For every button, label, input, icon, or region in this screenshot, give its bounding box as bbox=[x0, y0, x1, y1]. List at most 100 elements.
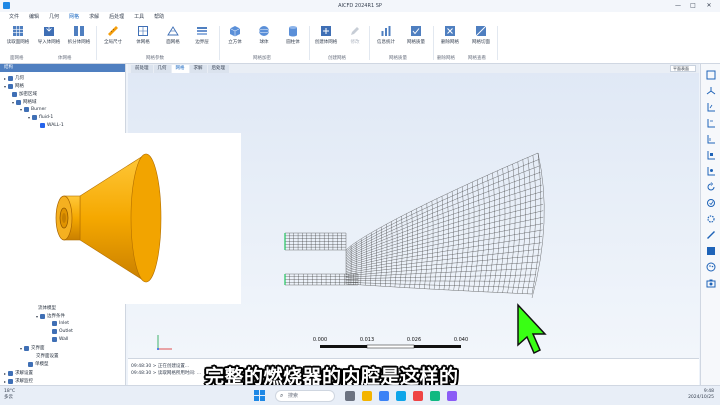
tree-node-geometry[interactable]: ▸ 几何 bbox=[4, 75, 24, 81]
screenshot-camera-icon[interactable] bbox=[706, 278, 716, 288]
import-mesh-icon bbox=[44, 25, 54, 36]
modify-button[interactable]: 修改 bbox=[340, 25, 370, 45]
menu-help[interactable]: 帮助 bbox=[149, 12, 169, 22]
recorder-app-icon[interactable] bbox=[413, 391, 423, 401]
scale-tick-label: 0.040 bbox=[454, 337, 468, 343]
windows-start-icon[interactable] bbox=[254, 390, 265, 401]
tab-mesh[interactable]: 网格 bbox=[171, 65, 189, 73]
folder-icon bbox=[8, 83, 14, 89]
console-line: 09:48:30 > 正在创建设置... bbox=[131, 364, 190, 369]
tree-node-boundary-conditions[interactable]: ▾ 边界条件 bbox=[36, 313, 65, 319]
tab-postprocess[interactable]: 后处理 bbox=[207, 65, 229, 73]
weather-widget[interactable]: 18°C 多云 bbox=[4, 389, 15, 401]
mouse-cursor-icon bbox=[517, 303, 547, 355]
reset-view-icon[interactable] bbox=[706, 198, 716, 208]
folder-icon bbox=[28, 361, 33, 367]
checkbox-icon[interactable] bbox=[40, 123, 45, 128]
folder-icon bbox=[40, 313, 46, 319]
tab-solve[interactable]: 求解 bbox=[189, 65, 207, 73]
cube-button[interactable]: 立方体 bbox=[220, 25, 250, 45]
section-plane-icon bbox=[475, 25, 487, 37]
body-icon bbox=[32, 115, 38, 120]
tree-node-fluid-model[interactable]: 流体模型 bbox=[38, 305, 56, 311]
store-app-icon[interactable] bbox=[396, 391, 406, 401]
menu-mesh[interactable]: 网格 bbox=[64, 12, 85, 23]
tree-node-refinement[interactable]: 加密区域 bbox=[12, 91, 37, 97]
aicfd-taskbar-icon[interactable] bbox=[430, 391, 440, 401]
menu-tools[interactable]: 工具 bbox=[129, 12, 149, 22]
view-isometric-icon[interactable] bbox=[706, 86, 716, 96]
settings-icon[interactable] bbox=[706, 214, 716, 224]
ribbon-separator bbox=[309, 26, 310, 60]
view-yz-icon[interactable] bbox=[706, 118, 716, 128]
split-volume-mesh-button[interactable]: 拆分体网格 bbox=[64, 25, 94, 45]
menu-file[interactable]: 文件 bbox=[4, 12, 24, 22]
tree-node-wall-1[interactable]: WALL-1 bbox=[40, 123, 64, 128]
delete-mesh-button[interactable]: 删除网格 bbox=[435, 25, 465, 45]
boundary-icon bbox=[52, 329, 57, 334]
view-mode-select[interactable]: 平面表面 bbox=[670, 65, 696, 72]
tree-node-outlet[interactable]: Outlet bbox=[52, 329, 73, 334]
folder-icon bbox=[8, 370, 14, 376]
minimize-button[interactable]: — bbox=[672, 1, 684, 11]
tree-node-interface-settings[interactable]: 交界面设置 bbox=[36, 353, 59, 359]
cylinder-icon bbox=[289, 26, 297, 37]
menu-geometry[interactable]: 几何 bbox=[44, 12, 64, 22]
split-mesh-icon bbox=[74, 26, 84, 36]
ribbon-separator bbox=[96, 26, 97, 60]
tree-node-single-model[interactable]: 单模型 bbox=[28, 361, 49, 367]
edge-browser-icon[interactable] bbox=[379, 391, 389, 401]
read-surface-mesh-button[interactable]: 读取面网格 bbox=[3, 25, 33, 45]
tree-node-mesh[interactable]: ▾ 网格 bbox=[4, 83, 24, 89]
view-front-icon[interactable] bbox=[706, 150, 716, 160]
cylinder-button[interactable]: 圆柱体 bbox=[278, 25, 308, 45]
sphere-button[interactable]: 球体 bbox=[249, 25, 279, 45]
create-volume-mesh-button[interactable]: 创建体网格 bbox=[311, 25, 341, 45]
surface-mesh-button[interactable]: 面网格 bbox=[158, 25, 188, 45]
mesh-quality-button[interactable]: 网格质量 bbox=[401, 25, 431, 45]
view-xz-icon[interactable] bbox=[706, 134, 716, 144]
tree-node-interface[interactable]: ▾ 交界面 bbox=[20, 345, 45, 351]
pinned-app-icon[interactable] bbox=[447, 391, 457, 401]
system-clock[interactable]: 9:48 2024/10/25 bbox=[688, 389, 714, 401]
workflow-tabs: 前处理 几何 网格 求解 后处理 bbox=[128, 64, 699, 73]
combustor-mesh bbox=[284, 152, 545, 299]
measure-icon[interactable] bbox=[706, 230, 716, 240]
ruler-icon bbox=[108, 26, 118, 36]
menu-edit[interactable]: 编辑 bbox=[24, 12, 44, 22]
statistics-icon bbox=[381, 26, 391, 36]
group-delete-mesh: 删除网格 bbox=[437, 56, 455, 61]
task-view-icon[interactable] bbox=[345, 391, 355, 401]
folder-icon bbox=[8, 378, 14, 384]
tree-node-burner[interactable]: ▾ Burner bbox=[20, 107, 46, 112]
tree-node-inlet[interactable]: Inlet bbox=[52, 321, 69, 326]
view-back-icon[interactable] bbox=[706, 166, 716, 176]
import-volume-mesh-button[interactable]: 导入体网格 bbox=[34, 25, 64, 45]
zoom-fit-icon[interactable] bbox=[706, 70, 716, 80]
display-mode-icon[interactable] bbox=[706, 246, 716, 256]
tab-preprocess[interactable]: 前处理 bbox=[131, 65, 153, 73]
taskbar-search-box[interactable]: 搜索 bbox=[275, 390, 335, 402]
tree-node-mesh-domain[interactable]: ▾ 网格域 bbox=[12, 99, 37, 105]
mesh-section-button[interactable]: 网格切面 bbox=[466, 25, 496, 45]
tree-node-solve-monitor[interactable]: ▸ 求解监控 bbox=[4, 378, 33, 384]
menu-solve[interactable]: 求解 bbox=[84, 12, 104, 22]
close-button[interactable]: ✕ bbox=[703, 1, 715, 11]
volume-mesh-button[interactable]: 体网格 bbox=[128, 25, 158, 45]
rotate-icon[interactable] bbox=[706, 182, 716, 192]
tab-geometry[interactable]: 几何 bbox=[153, 65, 171, 73]
maximize-button[interactable]: □ bbox=[687, 1, 699, 11]
menu-postprocess[interactable]: 后处理 bbox=[104, 12, 129, 22]
color-palette-icon[interactable] bbox=[706, 262, 716, 272]
tree-node-wall[interactable]: Wall bbox=[52, 337, 68, 342]
search-icon: ⌕ bbox=[280, 392, 284, 399]
boundary-layer-button[interactable]: 边界层 bbox=[187, 25, 217, 45]
global-size-button[interactable]: 全局尺寸 bbox=[98, 25, 128, 45]
info-statistics-button[interactable]: 信息统计 bbox=[371, 25, 401, 45]
tree-node-solve-settings[interactable]: ▸ 求解设置 bbox=[4, 370, 33, 376]
file-explorer-icon[interactable] bbox=[362, 391, 372, 401]
view-xy-icon[interactable] bbox=[706, 102, 716, 112]
scale-bar: 0.000 0.013 0.026 0.040 bbox=[313, 337, 468, 349]
windows-taskbar: 18°C 多云 搜索 ⌕ 9:48 2024/10/25 bbox=[0, 385, 720, 405]
tree-node-fluid-1[interactable]: ▾ fluid-1 bbox=[28, 115, 53, 120]
